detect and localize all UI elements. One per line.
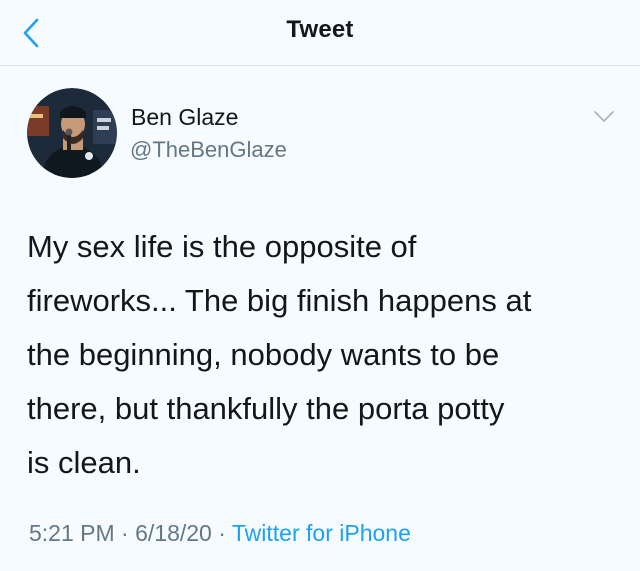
page-title: Tweet: [286, 16, 354, 43]
tweet-line: the beginning, nobody wants to be: [27, 337, 500, 372]
tweet-line: is clean.: [27, 445, 141, 480]
tweet-line: My sex life is the opposite of: [27, 229, 417, 264]
tweet-line: there, but thankfully the porta potty: [27, 391, 505, 426]
author-handle[interactable]: @TheBenGlaze: [130, 137, 287, 163]
meta-separator: ·: [114, 520, 136, 546]
tweet-time: 5:21 PM: [29, 520, 115, 546]
tweet-text: My sex life is the opposite of fireworks…: [27, 220, 623, 490]
avatar[interactable]: [27, 88, 117, 178]
tweet-source-link[interactable]: Twitter for iPhone: [232, 520, 411, 546]
author-name[interactable]: Ben Glaze: [131, 104, 238, 131]
meta-separator: ·: [211, 520, 232, 546]
tweet-line: fireworks... The big finish happens at: [27, 283, 532, 318]
tweet-meta: 5:21 PM · 6/18/20 · Twitter for iPhone: [29, 520, 411, 547]
tweet-menu-button[interactable]: [590, 105, 618, 129]
top-bar: Tweet: [0, 0, 640, 66]
chevron-down-icon: [594, 111, 614, 122]
profile-photo: [27, 88, 117, 178]
tweet-date: 6/18/20: [135, 520, 212, 546]
